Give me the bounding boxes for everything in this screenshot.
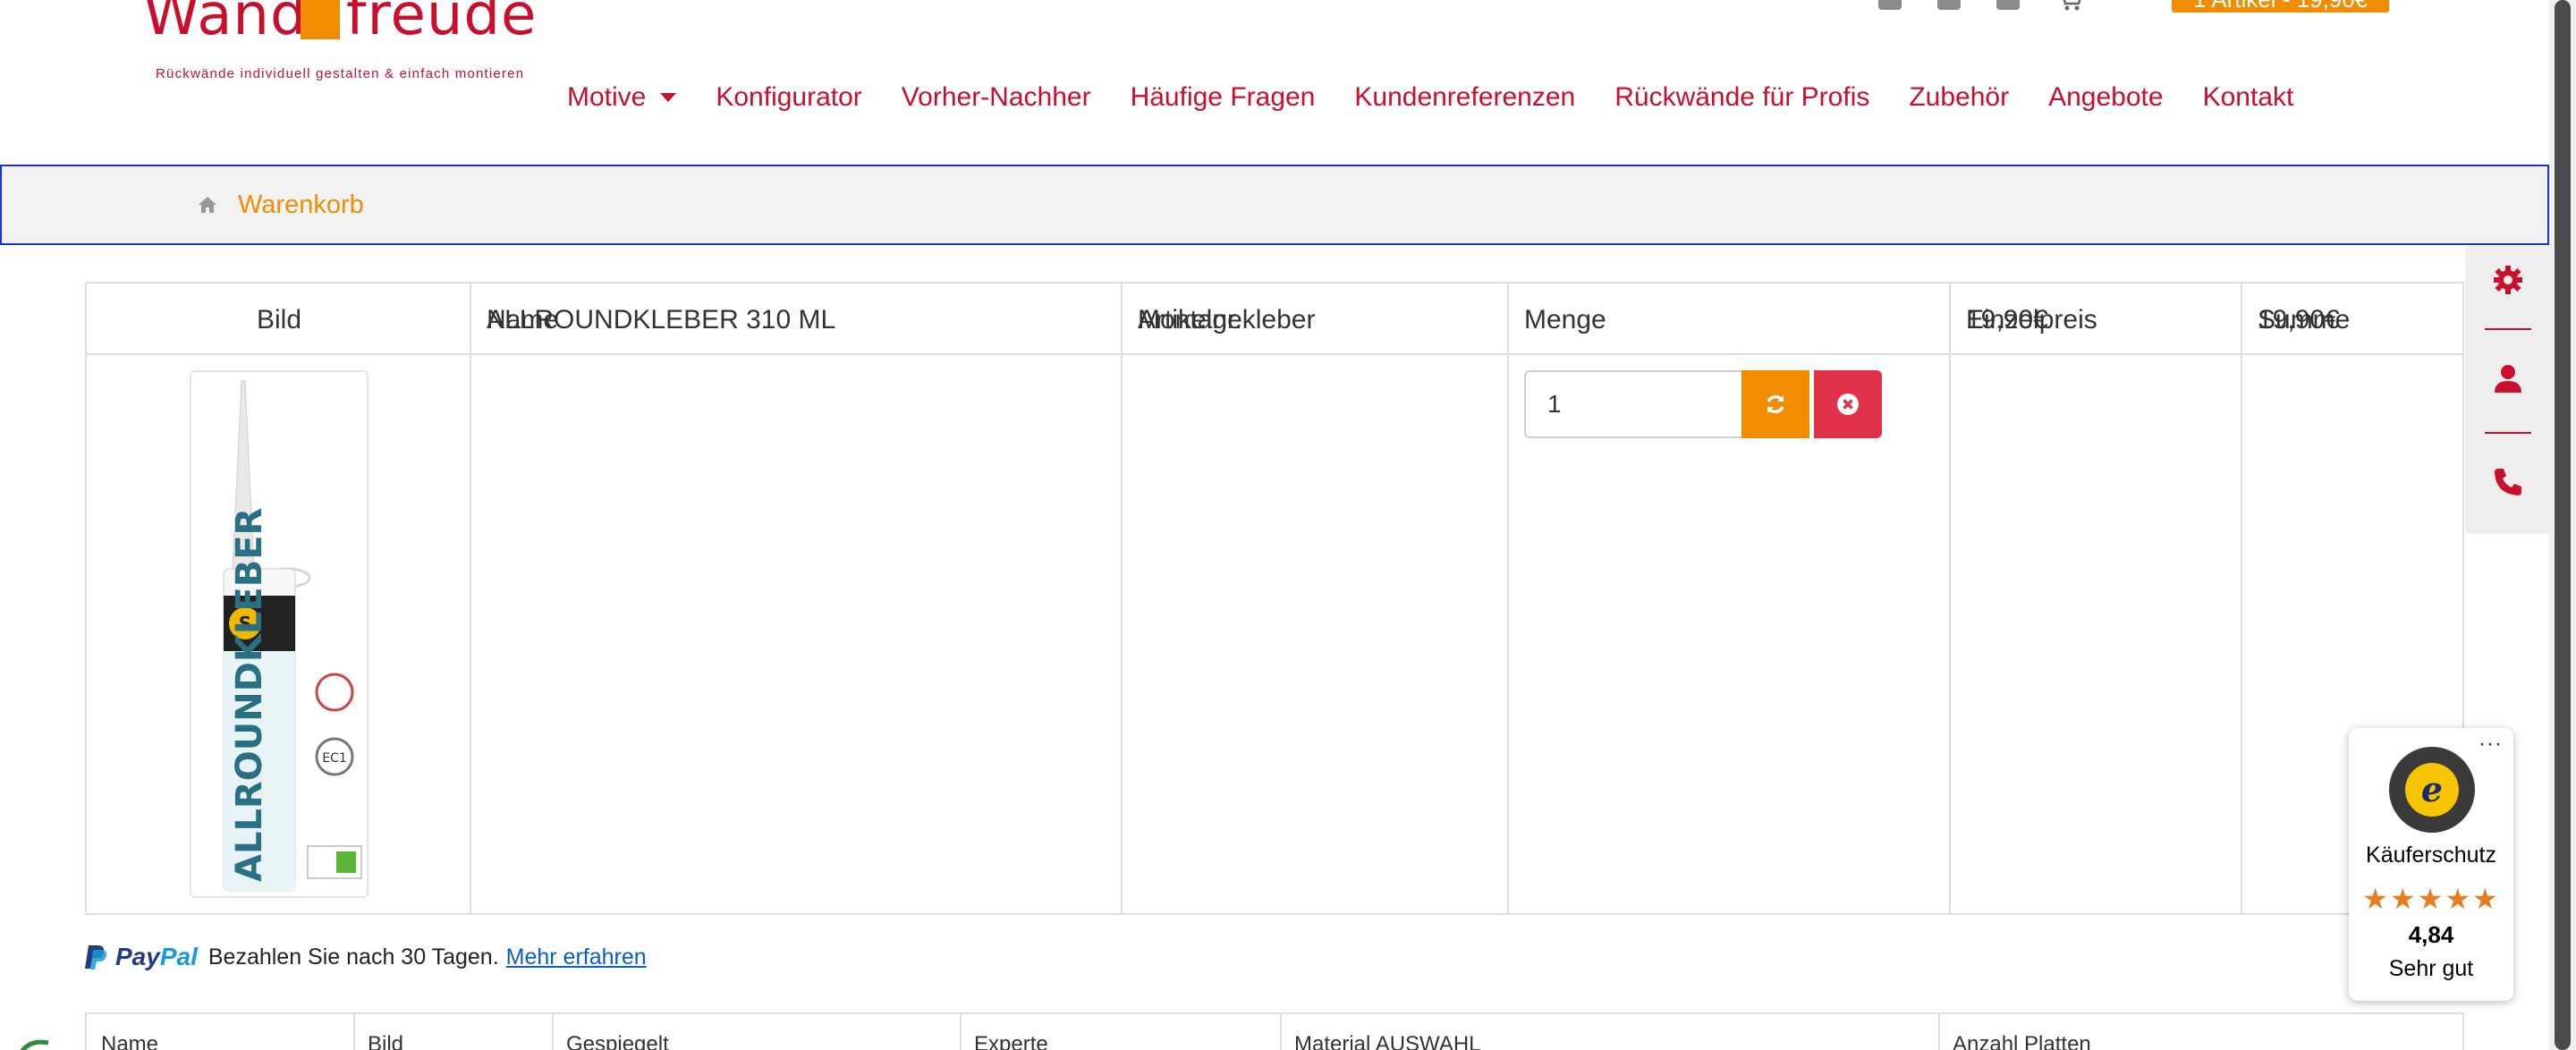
close-circle-icon <box>1837 394 1859 415</box>
header-material-auswahl: Material AUSWAHL <box>1294 1032 1481 1050</box>
main-navigation: Motive Konfigurator Vorher-Nachher Häufi… <box>567 82 2313 113</box>
nav-item-rueckwaende-profis[interactable]: Rückwände für Profis <box>1595 82 1889 113</box>
article-number: Montagekleber <box>1138 305 1316 334</box>
arrow-icon <box>20 1039 49 1050</box>
nav-item-motive[interactable]: Motive <box>567 82 696 113</box>
trusted-shops-badge[interactable]: ··· e Käuferschutz ★★★★★ 4,84 Sehr gut <box>2349 728 2513 1001</box>
phone-icon[interactable] <box>2492 466 2524 498</box>
logo-word-2: freude <box>346 0 538 48</box>
paypal-logo: PayPal <box>115 943 198 970</box>
header-menge: Menge <box>1524 305 1606 334</box>
page-scrollbar[interactable] <box>2549 0 2576 1050</box>
cart-icon[interactable] <box>2055 0 2084 11</box>
paypal-icon <box>85 945 107 970</box>
product-image[interactable]: S ALLROUNDKLEBER EC1 <box>190 370 369 898</box>
breadcrumb: Warenkorb <box>0 165 2549 245</box>
paypal-text: Bezahlen Sie nach 30 Tagen. <box>208 944 499 970</box>
scrollbar-thumb[interactable] <box>2555 0 2571 1050</box>
header-name: Name <box>101 1032 159 1050</box>
nav-item-label: Motive <box>567 82 647 112</box>
divider <box>2485 328 2531 330</box>
header-bild: Bild <box>256 305 302 334</box>
cart-table: Bild Name Artikelnr. Menge Einzelpreis S… <box>85 282 2464 915</box>
logo-square-mark <box>301 0 340 39</box>
svg-text:e: e <box>2421 769 2443 809</box>
header-gespiegelt: Gespiegelt <box>566 1032 669 1050</box>
nav-item-kontakt[interactable]: Kontakt <box>2183 82 2314 113</box>
row-total: 19,90€ <box>2258 305 2340 334</box>
table-column-divider <box>471 284 1123 913</box>
product-image-label: ALLROUNDKLEBER <box>229 508 270 882</box>
side-contact-tab <box>2465 246 2549 534</box>
header-bild: Bild <box>368 1032 404 1050</box>
nav-item-haeufige-fragen[interactable]: Häufige Fragen <box>1111 82 1335 113</box>
header-anzahl-platten: Anzahl Platten <box>1953 1032 2091 1050</box>
configuration-table: Name Bild Gespiegelt Experte Material AU… <box>85 1012 2464 1050</box>
chevron-down-icon <box>660 93 677 102</box>
instagram-icon[interactable] <box>1937 0 1961 10</box>
nav-item-vorher-nachher[interactable]: Vorher-Nachher <box>882 82 1111 113</box>
svg-text:EC1: EC1 <box>322 751 347 766</box>
paypal-message: PayPal Bezahlen Sie nach 30 Tagen. Mehr … <box>85 943 647 971</box>
breadcrumb-current[interactable]: Warenkorb <box>238 191 364 220</box>
nav-item-zubehoer[interactable]: Zubehör <box>1889 82 2029 113</box>
brand-logo[interactable]: Wand freude Rückwände individuell gestal… <box>143 0 538 81</box>
nav-item-konfigurator[interactable]: Konfigurator <box>696 82 881 113</box>
user-icon[interactable] <box>2492 362 2524 394</box>
trusted-shops-seal-icon: e <box>2389 747 2475 833</box>
paypal-learn-more-link[interactable]: Mehr erfahren <box>506 944 647 970</box>
divider <box>2485 432 2531 434</box>
rating-stars: ★★★★★ <box>2362 883 2500 915</box>
logo-word-1: Wand <box>143 0 308 48</box>
rating-value: 4,84 <box>2408 921 2454 948</box>
product-name[interactable]: ALLROUNDKLEBER 310 ML <box>487 305 835 335</box>
facebook-icon[interactable] <box>1878 0 1902 10</box>
header-experte: Experte <box>974 1032 1048 1050</box>
unit-price: 19,90€ <box>1966 305 2048 334</box>
rating-text: Sehr gut <box>2388 956 2474 981</box>
trusted-shops-label: Käuferschutz <box>2366 843 2496 868</box>
update-quantity-button[interactable] <box>1741 370 1809 438</box>
user-icon[interactable] <box>1996 0 2020 10</box>
home-icon[interactable] <box>197 194 218 216</box>
nav-item-kundenreferenzen[interactable]: Kundenreferenzen <box>1335 82 1595 113</box>
table-column-divider <box>1123 284 1509 913</box>
cart-summary-badge[interactable]: 1 Artikel - 19,90€ <box>2172 0 2390 13</box>
table-column-divider <box>1951 284 2242 913</box>
logo-tagline: Rückwände individuell gestalten & einfac… <box>156 66 525 81</box>
more-options-icon[interactable]: ··· <box>2479 732 2503 757</box>
refresh-icon <box>1767 394 1784 414</box>
gear-icon[interactable] <box>2492 264 2524 296</box>
nav-item-angebote[interactable]: Angebote <box>2029 82 2182 113</box>
top-icon-bar <box>1878 0 2084 11</box>
remove-item-button[interactable] <box>1814 370 1882 438</box>
quantity-input[interactable] <box>1524 370 1742 438</box>
